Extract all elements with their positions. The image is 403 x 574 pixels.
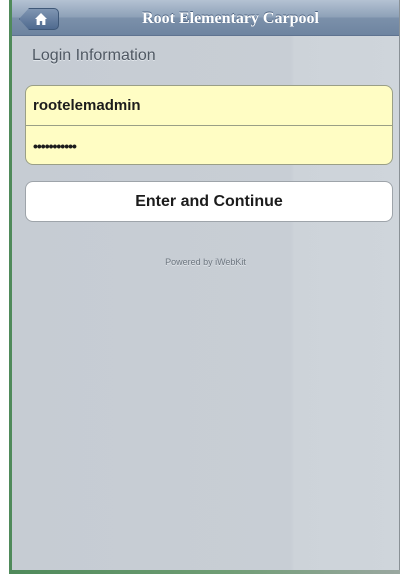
home-icon bbox=[35, 13, 47, 25]
app-frame: Root Elementary Carpool Login Informatio… bbox=[9, 0, 400, 572]
frame-bottom-edge bbox=[9, 570, 400, 574]
page-title: Root Elementary Carpool bbox=[142, 10, 319, 27]
password-field[interactable]: ••••••••••• bbox=[26, 126, 392, 164]
username-field[interactable]: rootelemadmin bbox=[26, 86, 392, 126]
login-form-group: rootelemadmin ••••••••••• bbox=[25, 85, 393, 165]
enter-and-continue-button[interactable]: Enter and Continue bbox=[25, 181, 393, 222]
login-section-title: Login Information bbox=[32, 47, 156, 64]
powered-by-footer: Powered by iWebKit bbox=[165, 257, 246, 267]
top-bar: Root Elementary Carpool bbox=[12, 0, 399, 36]
home-button[interactable] bbox=[19, 8, 59, 30]
